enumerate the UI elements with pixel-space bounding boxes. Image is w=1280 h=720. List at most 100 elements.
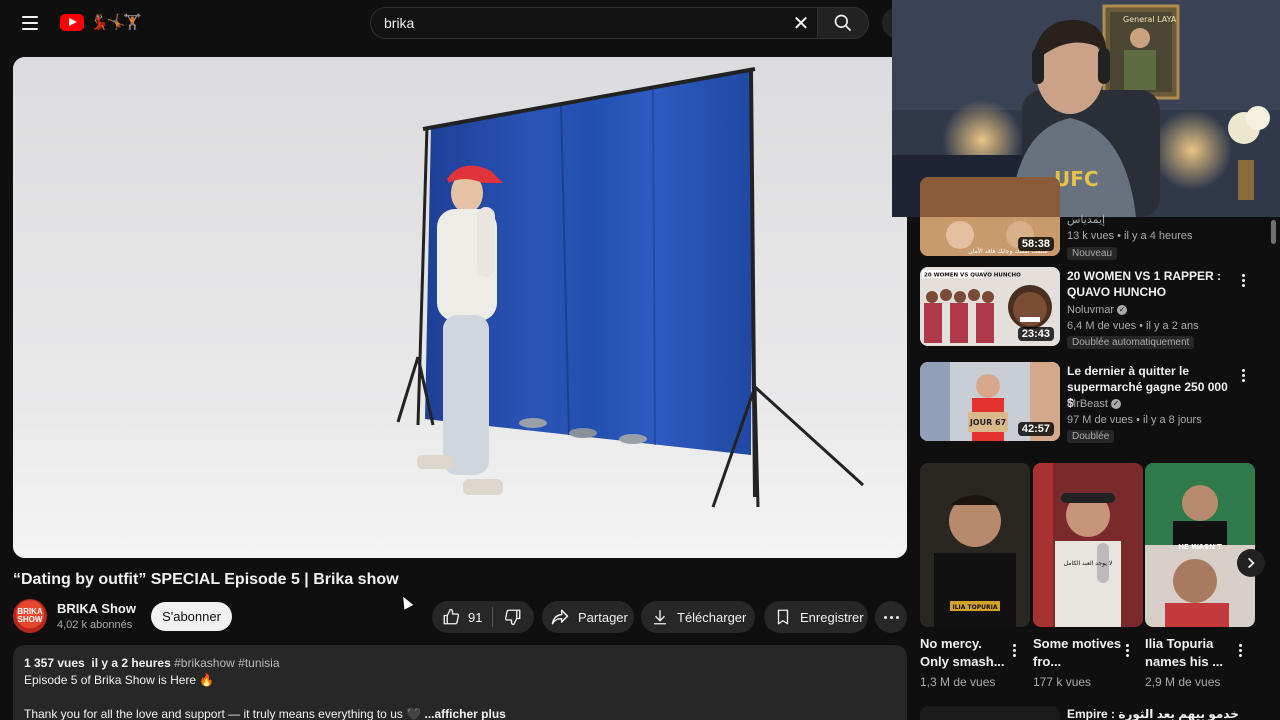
bookmark-icon xyxy=(777,609,789,625)
like-dislike-group: 91 xyxy=(432,601,534,633)
new-badge: Nouveau xyxy=(1067,247,1118,260)
short-thumbnail[interactable]: ILIA TOPURIA xyxy=(920,463,1030,627)
short-title[interactable]: No mercy. Only smash... xyxy=(920,635,1010,671)
hashtags[interactable]: #brikashow #tunisia xyxy=(174,656,279,670)
channel-avatar[interactable]: BRIKA SHOW xyxy=(13,599,47,633)
video-thumbnail[interactable] xyxy=(920,706,1060,720)
short-options-button[interactable] xyxy=(1121,640,1133,660)
channel-name: MrBeast xyxy=(1067,398,1108,410)
short-views: 1,3 M de vues xyxy=(920,675,996,689)
video-frame xyxy=(13,57,907,558)
youtube-watch-page: 💃🏽🤸🏾🏋🏽 brika ✕ General LAYA UFC “Dating … xyxy=(0,0,1280,720)
short-thumbnail-text: ILIA TOPURIA xyxy=(953,604,998,611)
short-title[interactable]: Some motives fro... xyxy=(1033,635,1123,671)
short-title[interactable]: Ilia Topuria names his ... xyxy=(1145,635,1235,671)
download-label: Télécharger xyxy=(677,609,747,625)
more-dot xyxy=(889,615,893,619)
description-box[interactable]: 1 357 vues il y a 2 heures #brikashow #t… xyxy=(13,645,907,720)
portrait-label: General LAYA xyxy=(1123,15,1177,24)
download-button[interactable]: Télécharger xyxy=(641,601,755,633)
like-button[interactable]: 91 xyxy=(432,601,492,633)
channel-row[interactable]: MrBeast ✓ xyxy=(1067,398,1121,410)
short-thumbnail-text: HE WASN'T xyxy=(1178,543,1222,551)
show-more-link[interactable]: ...afficher plus xyxy=(424,707,505,720)
logo-doodle: 💃🏽🤸🏾🏋🏽 xyxy=(90,14,142,31)
channel-row[interactable]: Noluvmar ✓ xyxy=(1067,304,1128,316)
video-options-button[interactable] xyxy=(1234,364,1252,386)
video-meta: 6,4 M de vues • il y a 2 ans xyxy=(1067,320,1199,332)
short-art: HE WASN'T xyxy=(1145,463,1255,627)
kebab-dot xyxy=(1125,653,1129,657)
share-icon xyxy=(551,609,569,625)
search-button[interactable] xyxy=(817,7,869,39)
video-thumbnail: سلّمت نفسك وجايك فاقد الأمان 58:38 xyxy=(920,177,1060,256)
menu-button[interactable] xyxy=(14,8,46,38)
video-title[interactable]: 20 WOMEN VS 1 RAPPER : QUAVO HUNCHO xyxy=(1067,268,1237,300)
channel-name[interactable]: BRIKA Show xyxy=(57,601,136,616)
search-bar: brika ✕ xyxy=(370,7,818,39)
video-thumbnail: 20 WOMEN VS QUAVO HUNCHO 23:43 xyxy=(920,267,1060,346)
view-count: 1 357 vues xyxy=(24,656,85,670)
subscriber-count: 4,02 k abonnés xyxy=(57,619,133,631)
recommendation-item[interactable]: 20 WOMEN VS QUAVO HUNCHO 23:43 20 WOMEN … xyxy=(920,267,1260,349)
kebab-dot xyxy=(1012,643,1016,647)
menu-icon-bar xyxy=(22,28,38,30)
save-button[interactable]: Enregistrer xyxy=(764,601,868,633)
video-duration: 42:57 xyxy=(1017,422,1054,436)
channel-name[interactable]: إيمدياس xyxy=(1067,213,1105,226)
more-actions-button[interactable] xyxy=(875,601,907,633)
more-dot xyxy=(895,615,899,619)
youtube-play-icon xyxy=(60,13,84,31)
search-input[interactable]: brika xyxy=(384,15,786,31)
subscribe-button[interactable]: S'abonner xyxy=(151,602,232,631)
verified-icon: ✓ xyxy=(1110,399,1121,410)
description-line-1: Episode 5 of Brika Show is Here 🔥 xyxy=(24,673,215,687)
clear-search-icon[interactable]: ✕ xyxy=(786,8,816,38)
video-player[interactable] xyxy=(13,57,907,558)
video-options-button[interactable] xyxy=(1234,269,1252,291)
short-art: لا يوجد العبد الكامل xyxy=(1033,463,1143,627)
recommendation-item[interactable]: JOUR 67 42:57 Le dernier à quitter le su… xyxy=(920,362,1260,443)
kebab-dot xyxy=(1012,653,1016,657)
short-thumbnail[interactable]: HE WASN'T xyxy=(1145,463,1255,627)
video-title[interactable]: Empire : الرابورات خدمو بيهم بعد الثورة xyxy=(1067,707,1242,720)
description-line-2: Thank you for all the love and support —… xyxy=(24,707,422,720)
short-options-button[interactable] xyxy=(1234,640,1246,660)
upload-date: il y a 2 heures xyxy=(91,656,171,670)
share-button[interactable]: Partager xyxy=(542,601,634,633)
share-label: Partager xyxy=(578,609,628,625)
short-thumbnail[interactable]: لا يوجد العبد الكامل xyxy=(1033,463,1143,627)
menu-icon-bar xyxy=(22,16,38,18)
video-meta: 97 M de vues • il y a 8 jours xyxy=(1067,414,1202,426)
download-icon xyxy=(654,610,666,625)
recommendation-item[interactable]: سلّمت نفسك وجايك فاقد الأمان 58:38 إيمدي… xyxy=(920,177,1260,260)
kebab-dot xyxy=(1238,648,1242,652)
save-label: Enregistrer xyxy=(800,609,864,625)
sidebar-scrollbar[interactable] xyxy=(1271,220,1276,244)
kebab-dot xyxy=(1238,653,1242,657)
like-count: 91 xyxy=(468,609,483,625)
dislike-button[interactable] xyxy=(493,601,533,633)
kebab-dot xyxy=(1238,643,1242,647)
video-title: “Dating by outfit” SPECIAL Episode 5 | B… xyxy=(13,571,399,588)
channel-name: Noluvmar xyxy=(1067,304,1115,316)
search-icon xyxy=(834,14,852,32)
verified-icon: ✓ xyxy=(1117,305,1128,316)
thumbnail-text: 20 WOMEN VS QUAVO HUNCHO xyxy=(924,273,1021,279)
kebab-dot xyxy=(1012,648,1016,652)
dubbed-badge: Doublée automatiquement xyxy=(1067,336,1195,349)
thumbnail-text: JOUR 67 xyxy=(969,418,1006,427)
kebab-dot xyxy=(1241,273,1245,277)
more-dot xyxy=(883,615,887,619)
kebab-dot xyxy=(1125,643,1129,647)
shorts-next-button[interactable] xyxy=(1237,549,1265,577)
kebab-dot xyxy=(1241,373,1245,377)
chevron-right-icon xyxy=(1248,557,1255,569)
short-options-button[interactable] xyxy=(1008,640,1020,660)
video-thumbnail: JOUR 67 42:57 xyxy=(920,362,1060,441)
kebab-dot xyxy=(1241,368,1245,372)
menu-icon-bar xyxy=(22,22,38,24)
video-duration: 58:38 xyxy=(1017,237,1054,251)
youtube-logo[interactable]: 💃🏽🤸🏾🏋🏽 xyxy=(60,13,142,31)
